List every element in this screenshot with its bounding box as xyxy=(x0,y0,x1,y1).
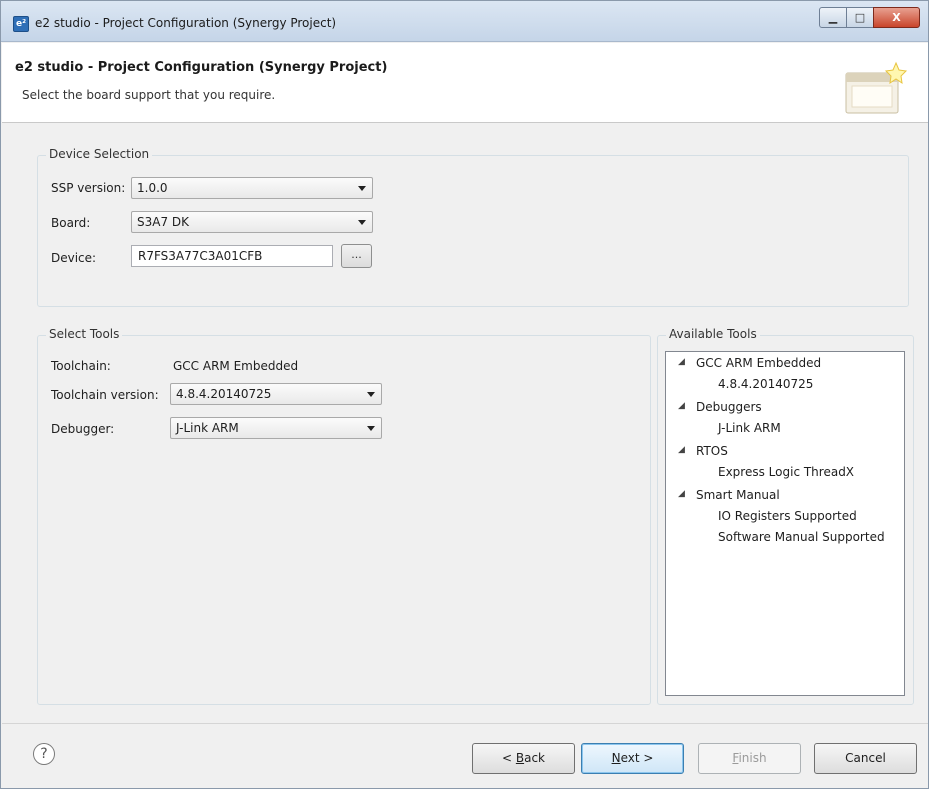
window-title: e2 studio - Project Configuration (Syner… xyxy=(35,16,337,30)
board-value: S3A7 DK xyxy=(137,215,190,229)
wizard-window: e² e2 studio - Project Configuration (Sy… xyxy=(0,0,929,789)
debugger-label: Debugger: xyxy=(51,422,115,436)
minimize-button[interactable]: ▁ xyxy=(819,7,847,28)
toolchain-version-select[interactable]: 4.8.4.20140725 xyxy=(170,383,382,405)
chevron-down-icon xyxy=(358,220,366,225)
app-icon: e² xyxy=(13,16,29,32)
debugger-value: J-Link ARM xyxy=(176,421,239,435)
tree-item-smart-manual[interactable]: Smart Manual xyxy=(696,488,780,502)
tree-item-software-manual[interactable]: Software Manual Supported xyxy=(718,530,885,544)
back-prefix: < xyxy=(501,751,516,765)
device-input[interactable]: R7FS3A77C3A01CFB xyxy=(131,245,333,267)
tree-expand-icon[interactable]: ◢ xyxy=(678,401,685,411)
next-rest: ext > xyxy=(620,751,654,765)
wizard-banner: e2 studio - Project Configuration (Syner… xyxy=(2,43,928,123)
tree-item-debuggers[interactable]: Debuggers xyxy=(696,400,762,414)
debugger-select[interactable]: J-Link ARM xyxy=(170,417,382,439)
device-selection-legend: Device Selection xyxy=(46,147,153,161)
available-tools-legend: Available Tools xyxy=(666,327,760,341)
back-rest: ack xyxy=(524,751,545,765)
tree-item-threadx[interactable]: Express Logic ThreadX xyxy=(718,465,854,479)
help-icon[interactable]: ? xyxy=(33,743,55,765)
tree-item-jlink-arm[interactable]: J-Link ARM xyxy=(718,421,781,435)
tree-expand-icon[interactable]: ◢ xyxy=(678,445,685,455)
cancel-button[interactable]: Cancel xyxy=(814,743,917,774)
ssp-version-label: SSP version: xyxy=(51,181,126,195)
back-button[interactable]: < Back xyxy=(472,743,575,774)
board-label: Board: xyxy=(51,216,91,230)
toolchain-value: GCC ARM Embedded xyxy=(173,359,299,373)
next-button[interactable]: Next > xyxy=(581,743,684,774)
select-tools-legend: Select Tools xyxy=(46,327,123,341)
wizard-banner-icon xyxy=(845,61,908,114)
tree-expand-icon[interactable]: ◢ xyxy=(678,357,685,367)
board-select[interactable]: S3A7 DK xyxy=(131,211,373,233)
chevron-down-icon xyxy=(367,392,375,397)
finish-button[interactable]: Finish xyxy=(698,743,801,774)
chevron-down-icon xyxy=(358,186,366,191)
device-label: Device: xyxy=(51,251,97,265)
tree-expand-icon[interactable]: ◢ xyxy=(678,489,685,499)
available-tools-tree[interactable]: ◢ GCC ARM Embedded 4.8.4.20140725 ◢ Debu… xyxy=(665,351,905,696)
ssp-version-select[interactable]: 1.0.0 xyxy=(131,177,373,199)
tree-item-rtos[interactable]: RTOS xyxy=(696,444,728,458)
tree-item-gcc-arm-embedded[interactable]: GCC ARM Embedded xyxy=(696,356,821,370)
tree-item-io-registers[interactable]: IO Registers Supported xyxy=(718,509,857,523)
toolchain-version-label: Toolchain version: xyxy=(51,388,159,402)
page-subtitle: Select the board support that you requir… xyxy=(22,88,276,102)
back-mnemonic: B xyxy=(515,751,525,765)
ssp-version-value: 1.0.0 xyxy=(137,181,168,195)
title-bar[interactable]: e² e2 studio - Project Configuration (Sy… xyxy=(1,1,928,42)
page-title: e2 studio - Project Configuration (Syner… xyxy=(15,60,388,75)
next-mnemonic: N xyxy=(611,751,621,765)
finish-rest: inish xyxy=(738,751,767,765)
maximize-button[interactable]: □ xyxy=(846,7,874,28)
close-button[interactable]: X xyxy=(873,7,920,28)
toolchain-version-value: 4.8.4.20140725 xyxy=(176,387,272,401)
tree-item-toolchain-version[interactable]: 4.8.4.20140725 xyxy=(718,377,813,391)
chevron-down-icon xyxy=(367,426,375,431)
footer-divider xyxy=(2,723,928,724)
device-browse-button[interactable]: ... xyxy=(341,244,372,268)
toolchain-label: Toolchain: xyxy=(51,359,111,373)
